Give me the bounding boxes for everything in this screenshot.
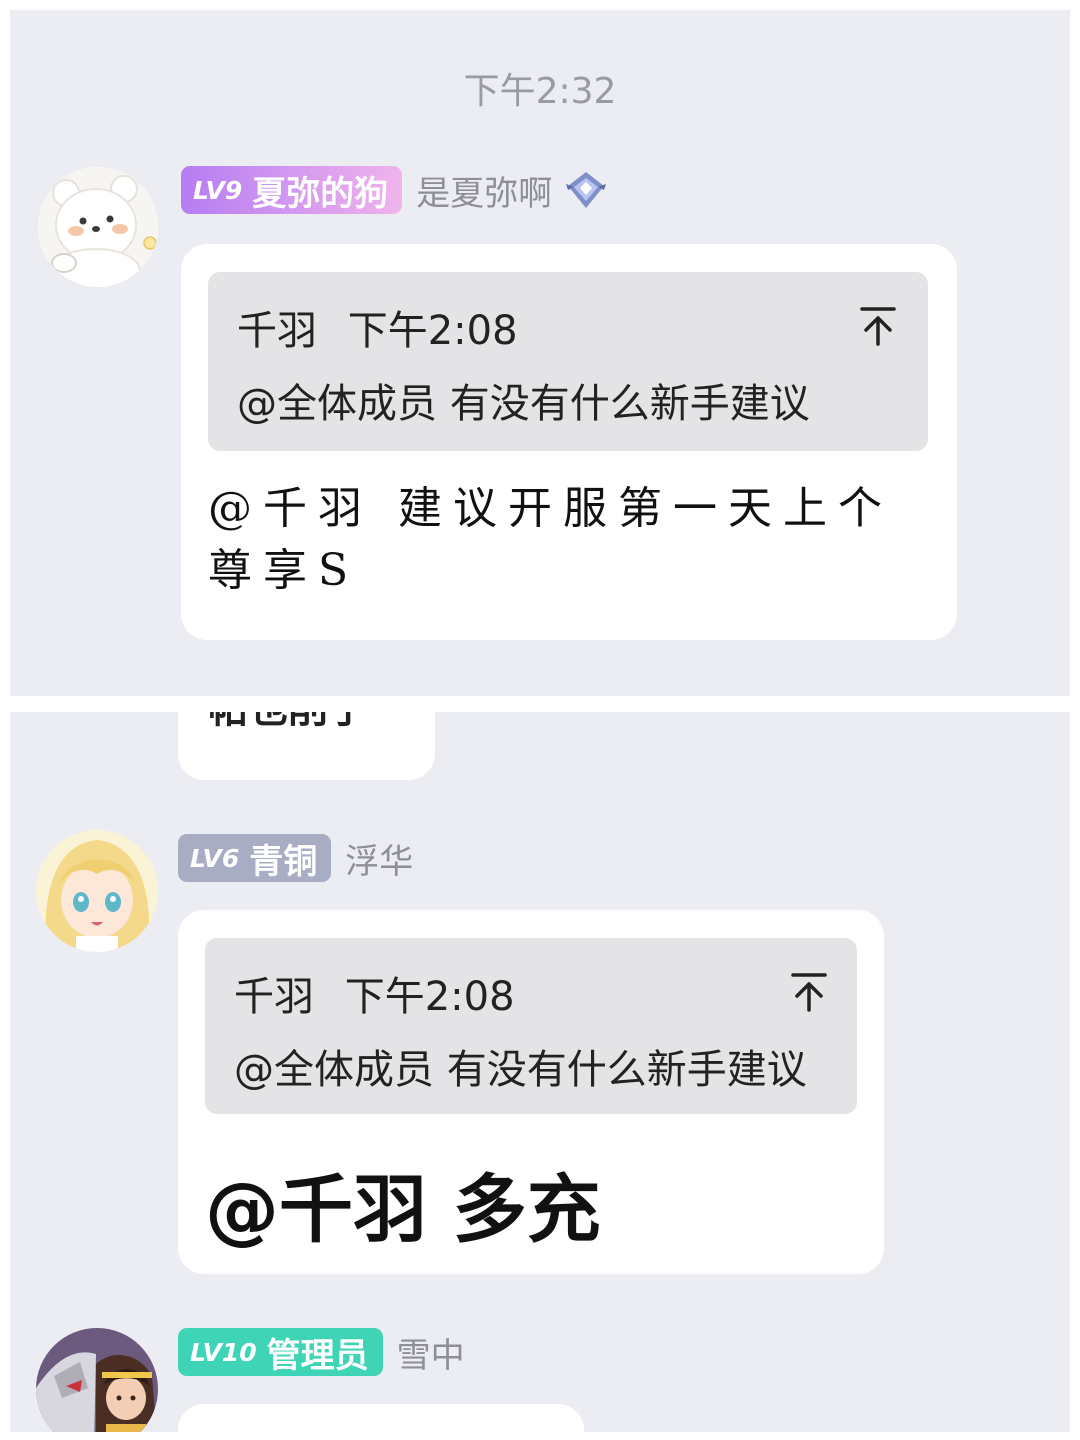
reply-text: @千羽 建议开服第一天上个尊享S bbox=[208, 483, 893, 596]
group-title: 夏弥的狗 bbox=[252, 173, 389, 214]
previous-message-text: 帕也削了 bbox=[208, 712, 368, 734]
sender-username[interactable]: 雪中 bbox=[397, 1328, 465, 1377]
screenshot-collage: 下午2:32 LV9 夏弥的狗 是夏弥啊 千羽 下午2:08 @全体成员 有没有… bbox=[0, 0, 1080, 1440]
message-bubble[interactable]: 千羽 下午2:08 @全体成员 有没有什么新手建议 @千羽 建议开服第一天上个尊… bbox=[181, 244, 957, 640]
level-badge[interactable]: LV9 夏弥的狗 bbox=[181, 166, 403, 214]
level-badge[interactable]: LV6 青铜 bbox=[178, 834, 332, 882]
level-text: LV6 bbox=[190, 843, 240, 873]
sender-username[interactable]: 是夏弥啊 bbox=[416, 166, 552, 215]
jump-to-top-icon[interactable] bbox=[860, 306, 896, 350]
group-title: 管理员 bbox=[266, 1335, 369, 1376]
panel-divider bbox=[0, 696, 1080, 712]
quote-text: @全体成员 有没有什么新手建议 bbox=[234, 1047, 807, 1093]
quote-author: 千羽 bbox=[234, 974, 314, 1020]
sender-name-line: LV9 夏弥的狗 是夏弥啊 bbox=[181, 166, 608, 214]
message-bubble[interactable]: 千羽 下午2:08 @全体成员 有没有什么新手建议 @千羽 多充 bbox=[178, 910, 884, 1274]
quote-header: 千羽 下午2:08 bbox=[234, 964, 515, 1022]
quote-time: 下午2:08 bbox=[344, 974, 515, 1020]
message-timestamp: 下午2:32 bbox=[463, 71, 617, 112]
sender-name-line: LV6 青铜 浮华 bbox=[178, 834, 413, 882]
chat-panel-top[interactable]: 下午2:32 LV9 夏弥的狗 是夏弥啊 千羽 下午2:08 @全体成员 有没有… bbox=[10, 10, 1070, 696]
quoted-message[interactable]: 千羽 下午2:08 @全体成员 有没有什么新手建议 bbox=[208, 272, 928, 451]
sender-username[interactable]: 浮华 bbox=[345, 834, 413, 883]
chat-panel-bottom[interactable]: 帕也削了 LV6 青铜 浮华 bbox=[10, 712, 1070, 1432]
quote-author: 千羽 bbox=[237, 308, 317, 354]
level-text: LV10 bbox=[190, 1337, 257, 1367]
sender-name-line: LV10 管理员 雪中 bbox=[178, 1328, 465, 1376]
jump-to-top-icon[interactable] bbox=[791, 972, 827, 1016]
diamond-badge-icon bbox=[564, 170, 608, 210]
group-title: 青铜 bbox=[249, 841, 318, 882]
quote-header: 千羽 下午2:08 bbox=[237, 298, 518, 356]
reply-text: @千羽 多充 bbox=[205, 1167, 601, 1253]
mecha-character-avatar-icon[interactable] bbox=[36, 1328, 158, 1432]
quote-time: 下午2:08 bbox=[347, 308, 518, 354]
level-text: LV9 bbox=[193, 175, 243, 205]
polar-bear-avatar-icon[interactable] bbox=[38, 167, 158, 287]
quote-text: @全体成员 有没有什么新手建议 bbox=[237, 381, 810, 427]
anime-girl-avatar-icon[interactable] bbox=[36, 830, 158, 952]
previous-message-bubble[interactable]: 帕也削了 bbox=[178, 712, 435, 780]
level-badge[interactable]: LV10 管理员 bbox=[178, 1328, 383, 1376]
quoted-message[interactable]: 千羽 下午2:08 @全体成员 有没有什么新手建议 bbox=[205, 938, 857, 1114]
next-message-bubble[interactable] bbox=[178, 1404, 584, 1432]
